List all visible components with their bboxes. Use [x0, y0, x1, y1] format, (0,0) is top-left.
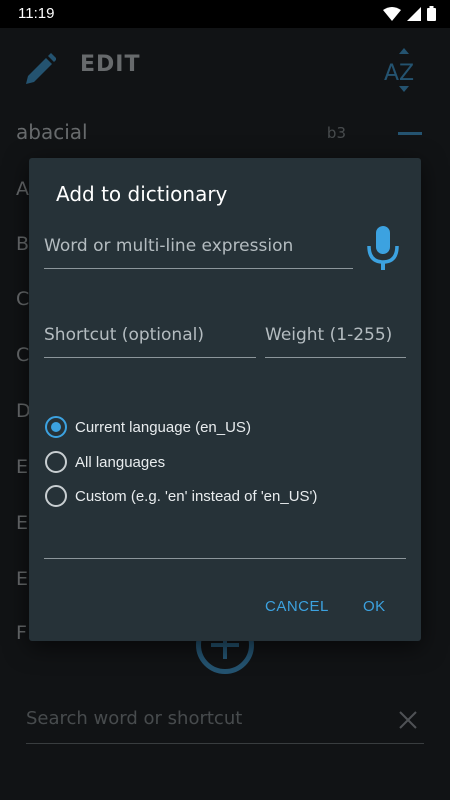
word-shortcut: b3 [326, 124, 346, 142]
svg-text:AZ: AZ [384, 61, 414, 86]
word-text: abacial [16, 120, 88, 144]
pencil-icon[interactable] [22, 50, 56, 84]
word-input[interactable] [44, 236, 353, 256]
microphone-icon[interactable] [365, 226, 401, 272]
search-bar [26, 704, 424, 744]
cancel-button[interactable]: CANCEL [265, 598, 329, 615]
toolbar: EDIT AZ [0, 28, 450, 108]
radio-all-languages[interactable]: All languages [45, 447, 165, 477]
radio-label: Custom (e.g. 'en' instead of 'en_US') [75, 487, 318, 505]
radio-button[interactable] [45, 485, 67, 507]
status-time: 11:19 [18, 5, 55, 22]
ok-button[interactable]: OK [363, 598, 386, 615]
weight-input[interactable] [265, 325, 406, 345]
radio-label: Current language (en_US) [75, 418, 251, 436]
list-item-letter: A [16, 178, 29, 200]
list-item-letter: E [16, 568, 29, 590]
status-icons [383, 6, 436, 21]
add-to-dictionary-dialog: Add to dictionary Current language (en_U… [29, 158, 421, 641]
weight-field [265, 325, 406, 358]
radio-label: All languages [75, 453, 166, 471]
list-item-letter: E [16, 456, 29, 478]
word-field [44, 236, 353, 269]
battery-icon [427, 6, 436, 21]
list-item-letter: E [16, 512, 29, 534]
shortcut-field [44, 325, 256, 358]
list-item-letter: C [16, 288, 30, 310]
radio-button[interactable] [45, 451, 67, 473]
shortcut-input[interactable] [44, 325, 256, 345]
list-item[interactable]: abacial b3 [0, 112, 450, 156]
custom-language-field[interactable] [44, 558, 406, 559]
search-input[interactable] [26, 708, 366, 729]
list-item-letter: B [16, 233, 30, 255]
wifi-icon [383, 6, 401, 21]
dialog-title: Add to dictionary [56, 182, 228, 206]
signal-icon [407, 6, 421, 21]
close-icon[interactable] [398, 710, 418, 730]
radio-button-checked[interactable] [45, 416, 67, 438]
toolbar-title: EDIT [80, 52, 141, 77]
remove-icon[interactable] [398, 132, 422, 135]
list-item-letter: C [16, 344, 30, 366]
status-bar: 11:19 [0, 0, 450, 28]
radio-custom[interactable]: Custom (e.g. 'en' instead of 'en_US') [45, 481, 317, 511]
list-item-letter: F [16, 622, 27, 644]
sort-az-icon[interactable]: AZ [384, 48, 424, 92]
radio-current-language[interactable]: Current language (en_US) [45, 412, 251, 442]
